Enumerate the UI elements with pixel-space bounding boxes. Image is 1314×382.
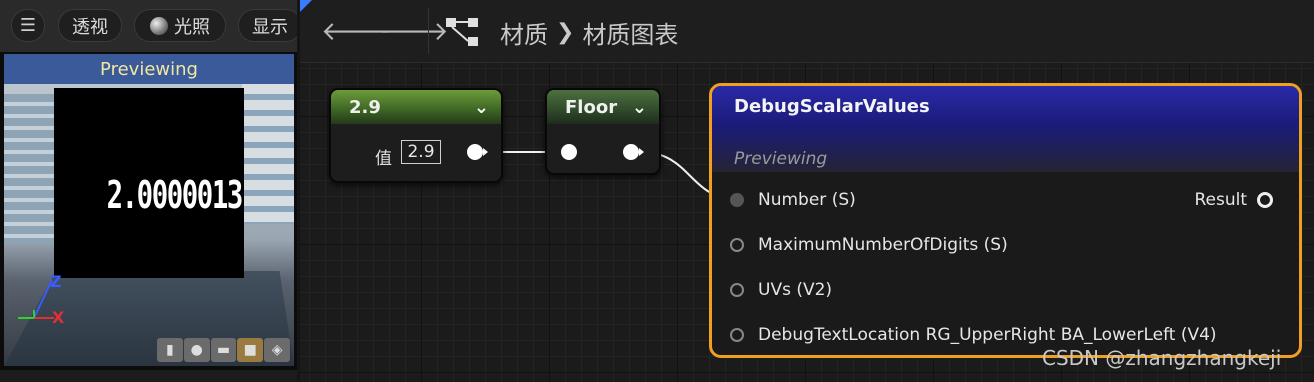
mesh-icon[interactable]: ◈ (264, 338, 290, 362)
input-pin[interactable] (561, 144, 577, 160)
output-label: Result (1194, 190, 1247, 210)
pin-arrow-icon (483, 148, 488, 156)
node-title: Floor (565, 96, 618, 118)
output-pin[interactable] (623, 144, 639, 160)
lighting-label: 光照 (174, 16, 210, 38)
input-pin[interactable] (730, 238, 744, 252)
preview-shape-bar: ▮ ● ▬ ■ ◈ (157, 338, 291, 362)
background-building (242, 84, 294, 224)
node-title-bar: 2.9 ⌄ (331, 90, 501, 124)
input-label: MaximumNumberOfDigits (S) (758, 235, 1008, 255)
input-label: DebugTextLocation RG_UpperRight BA_Lower… (758, 325, 1217, 345)
lighting-sphere-icon (150, 16, 168, 35)
watermark: CSDN @zhangzhangkeji (1042, 346, 1282, 370)
value-field[interactable]: 2.9 (401, 140, 441, 164)
graph-hierarchy-icon (446, 18, 478, 46)
breadcrumb-item[interactable]: 材质 (500, 15, 548, 50)
output-pin[interactable] (467, 144, 483, 160)
viewport-toolbar: ☰ 透视 光照 显示 (0, 0, 297, 52)
viewport-bottom-bar (0, 370, 297, 382)
cylinder-icon[interactable]: ▮ (157, 338, 183, 362)
hamburger-icon[interactable]: ☰ (11, 9, 45, 42)
previewing-banner: Previewing (4, 54, 294, 84)
input-label: UVs (V2) (758, 280, 833, 300)
chevron-down-icon[interactable]: ⌄ (632, 97, 647, 118)
node-title: 2.9 (349, 96, 381, 118)
lighting-button[interactable]: 光照 (134, 9, 226, 42)
output-pin[interactable] (1257, 192, 1273, 208)
breadcrumb: 材质 ❯ 材质图表 (500, 15, 678, 50)
cube-icon[interactable]: ■ (237, 338, 264, 362)
show-button[interactable]: 显示 (238, 9, 297, 42)
material-preview-viewport[interactable]: ☰ 透视 光照 显示 Previewing 2.0000013 Z X ▮ ● … (0, 0, 297, 382)
graph-corner-marker (300, 0, 312, 12)
chevron-down-icon[interactable]: ⌄ (474, 97, 489, 118)
constant-node[interactable]: 2.9 ⌄ (329, 88, 503, 183)
value-label: 值 (375, 149, 392, 169)
plane-icon[interactable]: ▬ (210, 338, 237, 362)
floor-node[interactable]: Floor ⌄ (545, 88, 661, 175)
chevron-right-icon: ❯ (556, 20, 575, 45)
input-pin[interactable] (730, 193, 744, 207)
pin-arrow-icon (639, 148, 644, 156)
breadcrumb-item[interactable]: 材质图表 (582, 15, 678, 50)
debug-scalar-values-node[interactable]: DebugScalarValues Previewing Number (S) … (709, 83, 1302, 358)
input-pin[interactable] (730, 328, 744, 342)
sphere-icon[interactable]: ● (183, 338, 210, 362)
forward-arrow-icon[interactable]: 🡒 (379, 16, 449, 47)
input-label: Number (S) (758, 190, 856, 210)
node-title: DebugScalarValues (734, 96, 930, 117)
node-subtitle: Previewing (734, 149, 828, 169)
header-separator (428, 8, 429, 54)
axis-x-label: X (52, 308, 65, 327)
input-pin[interactable] (730, 283, 744, 297)
node-title-bar: Floor ⌄ (547, 90, 659, 124)
debug-value-text: 2.0000013 (106, 173, 244, 217)
perspective-button[interactable]: 透视 (58, 9, 122, 42)
preview-cube: 2.0000013 (54, 88, 244, 278)
axis-z-label: Z (50, 272, 62, 291)
